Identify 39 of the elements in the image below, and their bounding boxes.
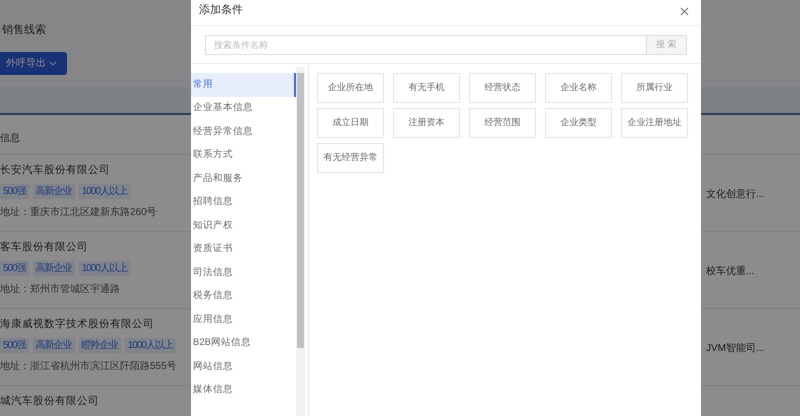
industry-text: 文化创意行... bbox=[706, 188, 764, 202]
page-title: 销售线索 bbox=[1, 24, 46, 36]
condition-option[interactable]: 经营状态 bbox=[469, 73, 536, 103]
search-field[interactable]: 搜索条件名称 bbox=[205, 35, 646, 55]
company-address: 地址：重庆市江北区建新东路260号 bbox=[0, 206, 157, 218]
company-tag: 1000人以上 bbox=[78, 184, 130, 199]
condition-option[interactable]: 企业所在地 bbox=[317, 73, 384, 103]
company-tag: 500强 bbox=[0, 338, 29, 353]
company-tag: 瞪羚企业 bbox=[78, 338, 121, 353]
category-item[interactable]: 常用 bbox=[191, 73, 296, 96]
export-button[interactable]: 外呼导出 bbox=[0, 52, 67, 75]
dialog-title: 添加条件 bbox=[199, 3, 243, 18]
company-name: 客车股份有限公司 bbox=[0, 241, 88, 253]
scrollbar[interactable] bbox=[296, 67, 305, 416]
company-name: 海康威视数字技术股份有限公司 bbox=[0, 318, 154, 330]
company-name: 长安汽车股份有限公司 bbox=[0, 164, 110, 176]
company-tag: 高新企业 bbox=[32, 184, 75, 199]
industry-text: 校车优重... bbox=[706, 264, 754, 279]
condition-option[interactable]: 成立日期 bbox=[317, 108, 384, 138]
condition-option[interactable]: 有无经营异常 bbox=[317, 143, 384, 173]
industry-text: JVM智能司... bbox=[706, 342, 764, 356]
condition-option[interactable]: 企业类型 bbox=[545, 108, 612, 138]
column-header: 信息 bbox=[0, 133, 20, 144]
company-tag: 高新企业 bbox=[32, 338, 75, 353]
company-tag: 1000人以上 bbox=[124, 338, 176, 353]
company-tag: 高新企业 bbox=[32, 260, 75, 276]
caret-icon bbox=[48, 60, 57, 66]
company-tag: 1000人以上 bbox=[78, 260, 130, 276]
condition-option[interactable]: 所属行业 bbox=[621, 73, 688, 103]
company-address: 地址：浙江省杭州市滨江区阡陌路555号 bbox=[0, 360, 177, 372]
company-address: 地址：郑州市管城区宇通路 bbox=[0, 284, 120, 295]
company-name: 城汽车股份有限公司 bbox=[0, 395, 99, 407]
condition-option[interactable]: 经营范围 bbox=[469, 108, 536, 138]
condition-option[interactable]: 企业注册地址 bbox=[621, 108, 688, 138]
condition-option[interactable]: 企业名称 bbox=[545, 73, 612, 103]
company-tag: 500强 bbox=[0, 184, 29, 199]
condition-option[interactable]: 有无手机 bbox=[393, 73, 460, 103]
company-tag: 500强 bbox=[0, 260, 29, 276]
condition-option[interactable]: 注册资本 bbox=[393, 108, 460, 138]
